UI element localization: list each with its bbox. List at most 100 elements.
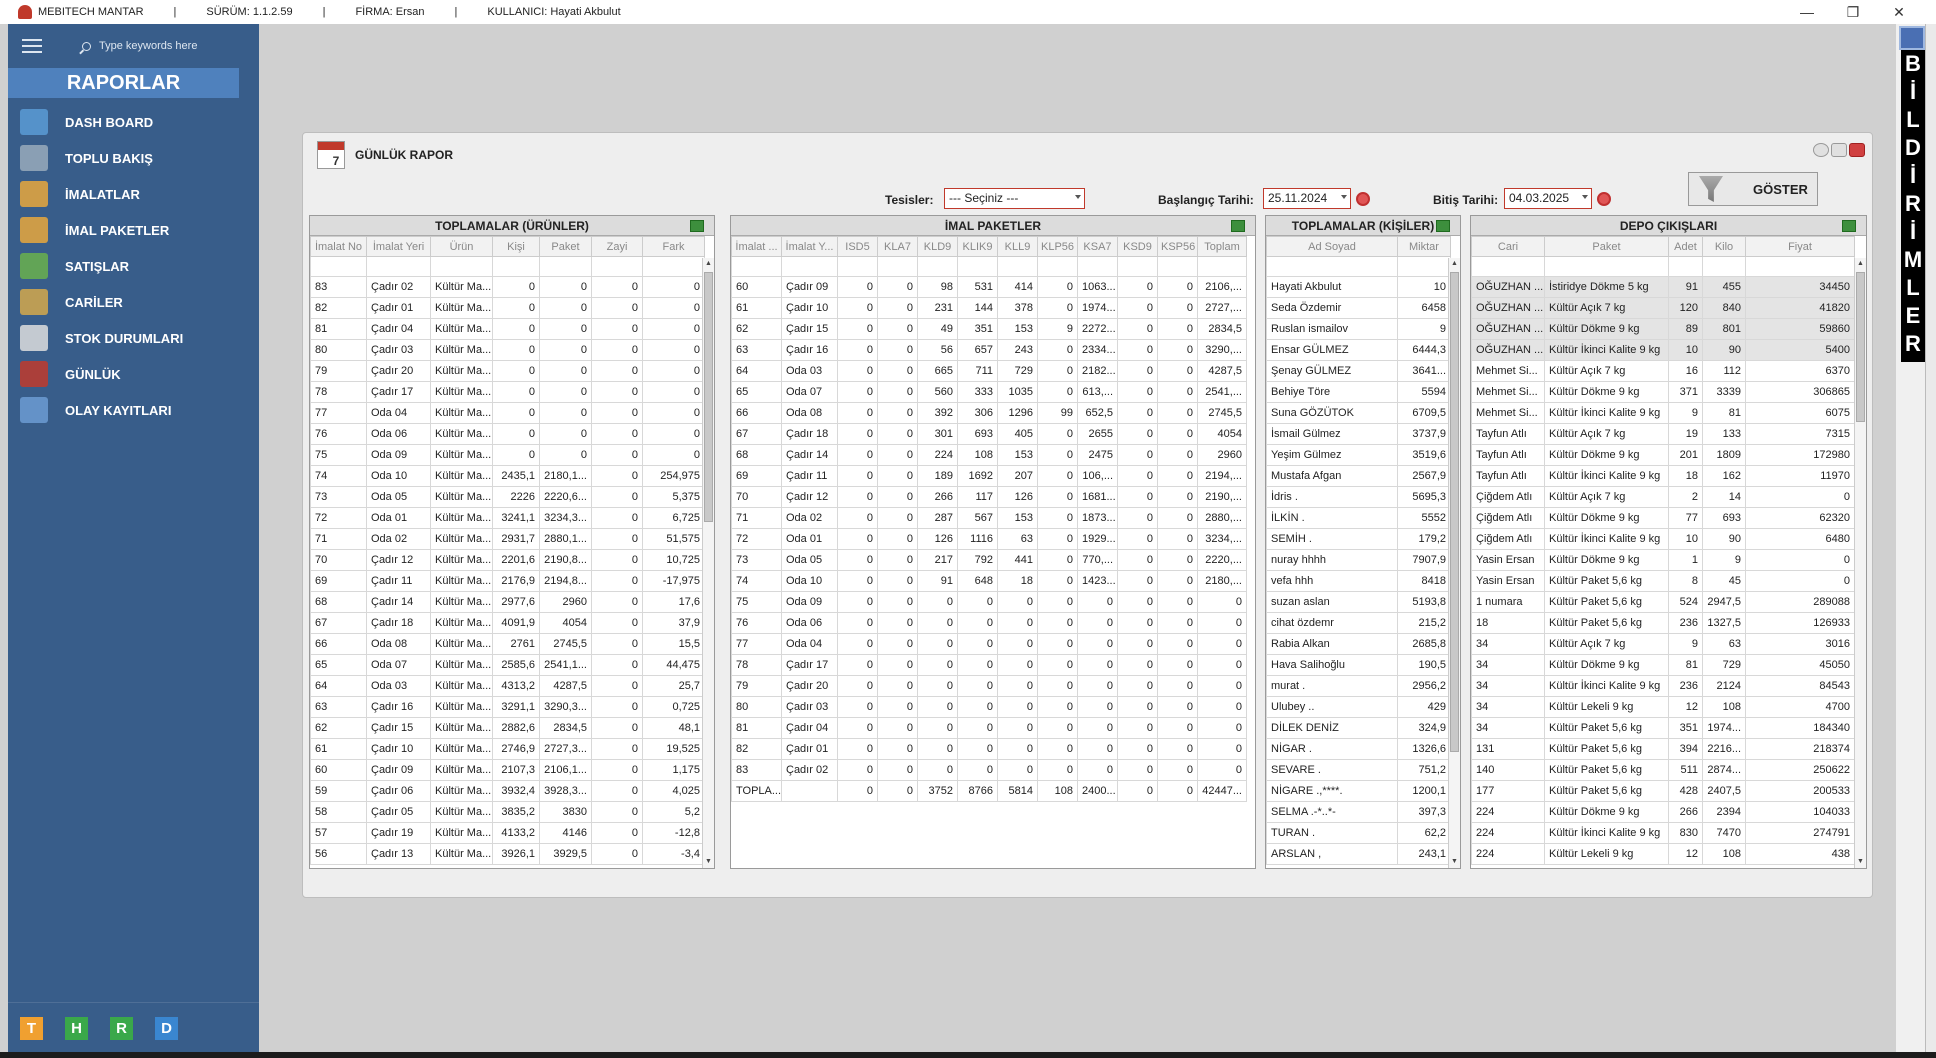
bottom-button-2[interactable]: R bbox=[110, 1017, 133, 1040]
excel-export-icon[interactable] bbox=[1231, 220, 1245, 232]
table-row[interactable]: 64 Oda 03 0 0 665 711 729 0 2182... 0 0 4287,5 bbox=[731, 360, 1247, 382]
table-row[interactable]: Ruslan ismailov 9 bbox=[1266, 318, 1451, 340]
vertical-scrollbar[interactable]: ▲ ▼ bbox=[1854, 258, 1866, 868]
bottom-button-1[interactable]: H bbox=[65, 1017, 88, 1040]
table-row[interactable]: 83 Çadır 02 Kültür Ma... 0 0 0 0 bbox=[310, 276, 705, 298]
table-row[interactable]: suzan aslan 5193,8 bbox=[1266, 591, 1451, 613]
filter-cell[interactable] bbox=[1745, 256, 1855, 277]
table-row[interactable]: 74 Oda 10 Kültür Ma... 2435,1 2180,1... 0 254,… bbox=[310, 465, 705, 487]
table-row[interactable]: 76 Oda 06 0 0 0 0 0 0 0 0 0 0 bbox=[731, 612, 1247, 634]
column-header[interactable]: Zayi bbox=[591, 236, 643, 257]
table-row[interactable]: 34 Kültür İkinci Kalite 9 kg 236 2124 84543 bbox=[1471, 675, 1855, 697]
table-row[interactable]: 68 Çadır 14 0 0 224 108 153 0 2475 0 0 2960 bbox=[731, 444, 1247, 466]
window-minimize-icon[interactable] bbox=[1813, 143, 1829, 157]
filter-cell[interactable] bbox=[1397, 256, 1451, 277]
right-scrollbar[interactable] bbox=[1925, 24, 1936, 1054]
filter-cell[interactable] bbox=[1037, 256, 1078, 277]
table-row[interactable]: Şenay GÜLMEZ 3641... bbox=[1266, 360, 1451, 382]
table-row[interactable]: 67 Çadır 18 0 0 301 693 405 0 2655 0 0 4054 bbox=[731, 423, 1247, 445]
table-row[interactable]: İLKİN . 5552 bbox=[1266, 507, 1451, 529]
filter-cell[interactable] bbox=[591, 256, 643, 277]
table-row[interactable]: NİGAR . 1326,6 bbox=[1266, 738, 1451, 760]
table-row[interactable]: 73 Oda 05 Kültür Ma... 2226 2220,6... 0 5,375 bbox=[310, 486, 705, 508]
table-row[interactable]: Yasin Ersan Kültür Dökme 9 kg 1 9 0 bbox=[1471, 549, 1855, 571]
table-row[interactable]: 79 Çadır 20 0 0 0 0 0 0 0 0 0 0 bbox=[731, 675, 1247, 697]
table-row[interactable]: 34 Kültür Dökme 9 kg 81 729 45050 bbox=[1471, 654, 1855, 676]
column-header[interactable]: ISD5 bbox=[837, 236, 878, 257]
table-row[interactable]: 76 Oda 06 Kültür Ma... 0 0 0 0 bbox=[310, 423, 705, 445]
filter-cell[interactable] bbox=[1668, 256, 1703, 277]
column-header[interactable]: Paket bbox=[539, 236, 592, 257]
column-header[interactable]: KSD9 bbox=[1117, 236, 1158, 257]
filter-cell[interactable] bbox=[1157, 256, 1198, 277]
column-header[interactable]: KLIK9 bbox=[957, 236, 998, 257]
table-row[interactable]: 70 Çadır 12 Kültür Ma... 2201,6 2190,8... 0 10… bbox=[310, 549, 705, 571]
sidebar-item-6[interactable]: STOK DURUMLARI bbox=[8, 320, 259, 356]
table-row[interactable]: 61 Çadır 10 0 0 231 144 378 0 1974... 0 0 2727,... bbox=[731, 297, 1247, 319]
table-row[interactable]: 131 Kültür Paket 5,6 kg 394 2216... 218374 bbox=[1471, 738, 1855, 760]
table-row[interactable]: OĞUZHAN ... İstiridye Dökme 5 kg 91 455 3445… bbox=[1471, 276, 1855, 298]
table-row[interactable]: Tayfun Atlı Kültür Dökme 9 kg 201 1809 17298… bbox=[1471, 444, 1855, 466]
vertical-scrollbar[interactable]: ▲ ▼ bbox=[1448, 258, 1460, 868]
table-row[interactable]: Hava Salihoğlu 190,5 bbox=[1266, 654, 1451, 676]
filter-cell[interactable] bbox=[1077, 256, 1118, 277]
table-row[interactable]: 224 Kültür Lekeli 9 kg 12 108 438 bbox=[1471, 843, 1855, 865]
vertical-scrollbar[interactable]: ▲ ▼ bbox=[702, 258, 714, 868]
filter-cell[interactable] bbox=[1117, 256, 1158, 277]
table-row[interactable]: 224 Kültür Dökme 9 kg 266 2394 104033 bbox=[1471, 801, 1855, 823]
sidebar-item-5[interactable]: CARİLER bbox=[8, 284, 259, 320]
table-row[interactable]: Ensar GÜLMEZ 6444,3 bbox=[1266, 339, 1451, 361]
table-row[interactable]: NİGARE .,****. 1200,1 bbox=[1266, 780, 1451, 802]
scroll-up-icon[interactable]: ▲ bbox=[1856, 258, 1865, 270]
scroll-thumb[interactable] bbox=[1856, 272, 1865, 422]
table-row[interactable]: 63 Çadır 16 Kültür Ma... 3291,1 3290,3... 0 0,… bbox=[310, 696, 705, 718]
table-row[interactable]: 62 Çadır 15 0 0 49 351 153 9 2272... 0 0 2834,5 bbox=[731, 318, 1247, 340]
sidebar-item-0[interactable]: DASH BOARD bbox=[8, 104, 259, 140]
column-header[interactable]: Kilo bbox=[1702, 236, 1746, 257]
table-row[interactable]: OĞUZHAN ... Kültür Dökme 9 kg 89 801 59860 bbox=[1471, 318, 1855, 340]
reset-end-date-icon[interactable] bbox=[1597, 192, 1611, 206]
table-row[interactable]: 71 Oda 02 Kültür Ma... 2931,7 2880,1... 0 51,5… bbox=[310, 528, 705, 550]
column-header[interactable]: Adet bbox=[1668, 236, 1703, 257]
reset-start-date-icon[interactable] bbox=[1356, 192, 1370, 206]
column-header[interactable]: KLA7 bbox=[877, 236, 918, 257]
table-row[interactable]: 34 Kültür Paket 5,6 kg 351 1974... 184340 bbox=[1471, 717, 1855, 739]
sidebar-item-3[interactable]: İMAL PAKETLER bbox=[8, 212, 259, 248]
table-row[interactable]: 70 Çadır 12 0 0 266 117 126 0 1681... 0 0 2190,... bbox=[731, 486, 1247, 508]
table-row[interactable]: 66 Oda 08 Kültür Ma... 2761 2745,5 0 15,5 bbox=[310, 633, 705, 655]
table-row[interactable]: nuray hhhh 7907,9 bbox=[1266, 549, 1451, 571]
notifications-tab[interactable]: BİLDİRİMLER bbox=[1901, 50, 1925, 362]
table-row[interactable]: 177 Kültür Paket 5,6 kg 428 2407,5 200533 bbox=[1471, 780, 1855, 802]
close-window-button[interactable]: ✕ bbox=[1876, 0, 1922, 24]
excel-export-icon[interactable] bbox=[1436, 220, 1450, 232]
table-row[interactable]: murat . 2956,2 bbox=[1266, 675, 1451, 697]
table-row[interactable]: 81 Çadır 04 0 0 0 0 0 0 0 0 0 0 bbox=[731, 717, 1247, 739]
filter-cell[interactable] bbox=[837, 256, 878, 277]
scroll-thumb[interactable] bbox=[704, 272, 713, 522]
table-row[interactable]: 82 Çadır 01 0 0 0 0 0 0 0 0 0 0 bbox=[731, 738, 1247, 760]
table-row[interactable]: Yeşim Gülmez 3519,6 bbox=[1266, 444, 1451, 466]
filter-cell[interactable] bbox=[492, 256, 540, 277]
table-row[interactable]: TOPLA... 0 0 3752 8766 5814 108 2400... 0 0 42447.… bbox=[731, 780, 1247, 802]
filter-cell[interactable] bbox=[781, 256, 838, 277]
column-header[interactable]: KSP56 bbox=[1157, 236, 1198, 257]
column-header[interactable]: İmalat Y... bbox=[781, 236, 838, 257]
table-row[interactable]: Rabia Alkan 2685,8 bbox=[1266, 633, 1451, 655]
table-row[interactable]: 82 Çadır 01 Kültür Ma... 0 0 0 0 bbox=[310, 297, 705, 319]
table-row[interactable]: 62 Çadır 15 Kültür Ma... 2882,6 2834,5 0 48,1 bbox=[310, 717, 705, 739]
show-button[interactable]: GÖSTER bbox=[1688, 172, 1818, 206]
table-row[interactable]: Tayfun Atlı Kültür İkinci Kalite 9 kg 18 16… bbox=[1471, 465, 1855, 487]
filter-cell[interactable] bbox=[430, 256, 493, 277]
table-row[interactable]: 69 Çadır 11 0 0 189 1692 207 0 106,... 0 0 2194,... bbox=[731, 465, 1247, 487]
column-header[interactable]: İmalat ... bbox=[731, 236, 782, 257]
table-row[interactable]: 224 Kültür İkinci Kalite 9 kg 830 7470 27479… bbox=[1471, 822, 1855, 844]
sidebar-item-1[interactable]: TOPLU BAKIŞ bbox=[8, 140, 259, 176]
table-row[interactable]: Mehmet Si... Kültür İkinci Kalite 9 kg 9 81… bbox=[1471, 402, 1855, 424]
table-row[interactable]: 69 Çadır 11 Kültür Ma... 2176,9 2194,8... 0 -1… bbox=[310, 570, 705, 592]
filter-cell[interactable] bbox=[539, 256, 592, 277]
filter-cell[interactable] bbox=[1702, 256, 1746, 277]
table-row[interactable]: 61 Çadır 10 Kültür Ma... 2746,9 2727,3... 0 19… bbox=[310, 738, 705, 760]
table-row[interactable]: 64 Oda 03 Kültür Ma... 4313,2 4287,5 0 25,7 bbox=[310, 675, 705, 697]
sidebar-item-8[interactable]: OLAY KAYITLARI bbox=[8, 392, 259, 428]
scroll-thumb[interactable] bbox=[1450, 272, 1459, 752]
